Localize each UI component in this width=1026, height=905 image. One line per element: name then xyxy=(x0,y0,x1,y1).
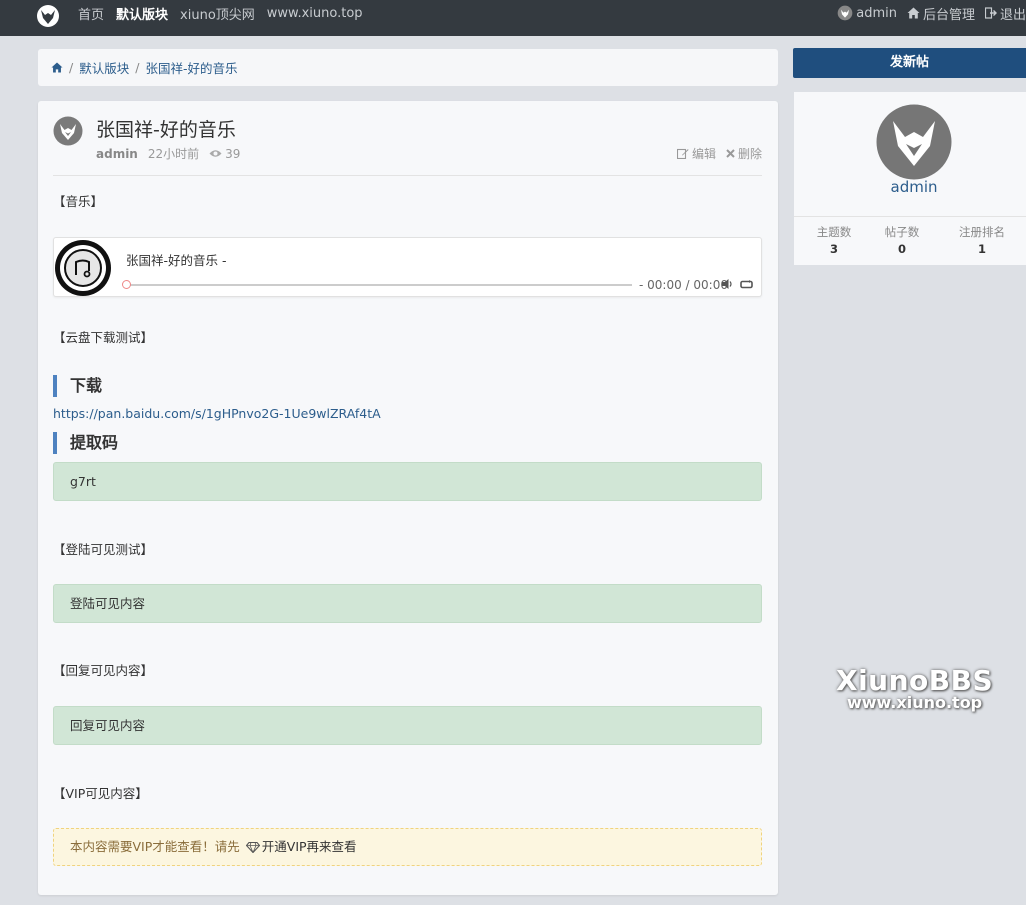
nav-link-home[interactable]: 首页 xyxy=(78,4,104,23)
nav-link-website[interactable]: www.xiuno.top xyxy=(267,6,363,21)
breadcrumb-separator: / xyxy=(135,60,140,75)
user-avatar[interactable] xyxy=(876,104,952,180)
music-tag: 【音乐】 xyxy=(53,194,104,209)
login-visible-tag: 【登陆可见测试】 xyxy=(53,542,154,557)
vip-open-link[interactable]: 开通VIP再来查看 xyxy=(262,829,357,865)
music-player: 张国祥-好的音乐 - - 00:00 / 00:00 xyxy=(53,237,762,297)
home-icon[interactable] xyxy=(51,62,63,73)
author-avatar[interactable] xyxy=(53,116,83,146)
delete-button[interactable]: 删除 xyxy=(726,145,762,162)
nav-admin-link[interactable]: 后台管理 xyxy=(907,4,975,23)
reply-visible-box: 回复可见内容 xyxy=(53,706,762,745)
breadcrumb-thread-link[interactable]: 张国祥-好的音乐 xyxy=(145,58,237,77)
breadcrumb-separator: / xyxy=(69,60,74,75)
nav-link-default-forum[interactable]: 默认版块 xyxy=(116,4,168,23)
nav-admin-label: 后台管理 xyxy=(922,7,975,23)
download-heading: 下载 xyxy=(53,375,102,397)
top-navbar: 首页 默认版块 xiuno顶尖网 www.xiuno.top admin 后台管… xyxy=(0,0,1026,36)
thread-meta: admin 22小时前 39 xyxy=(96,145,240,162)
stat-threads: 主题数 3 xyxy=(804,224,864,256)
thread-time: 22小时前 xyxy=(147,147,200,161)
reply-visible-tag: 【回复可见内容】 xyxy=(53,663,154,678)
edit-label: 编辑 xyxy=(691,147,716,161)
thread-card: 张国祥-好的音乐 admin 22小时前 39 编辑 删除 【音乐】 张国祥-好… xyxy=(38,101,778,895)
nav-username: admin xyxy=(856,5,897,21)
stat-label: 帖子数 xyxy=(884,225,920,239)
eye-icon xyxy=(209,150,222,157)
stat-rank: 注册排名 1 xyxy=(952,224,1012,256)
logout-icon xyxy=(984,7,997,19)
site-logo-icon[interactable] xyxy=(36,4,60,28)
thread-title: 张国祥-好的音乐 xyxy=(96,119,236,141)
edit-button[interactable]: 编辑 xyxy=(676,145,716,162)
watermark-url: www.xiuno.top xyxy=(846,693,983,712)
player-title: 张国祥-好的音乐 - xyxy=(126,253,227,268)
edit-icon xyxy=(676,148,689,159)
delete-label: 删除 xyxy=(737,147,762,161)
cloud-download-tag: 【云盘下载测试】 xyxy=(53,330,154,345)
divider xyxy=(794,216,1026,217)
music-disc-icon[interactable] xyxy=(54,239,112,297)
player-progress-bar[interactable] xyxy=(126,284,632,286)
download-link[interactable]: https://pan.baidu.com/s/1gHPnvo2G-1Ue9wl… xyxy=(53,406,381,421)
player-time: - 00:00 / 00:00 xyxy=(639,278,728,292)
nav-logout-label: 退出 xyxy=(999,7,1026,23)
vip-visible-tag: 【VIP可见内容】 xyxy=(53,786,148,801)
diamond-icon xyxy=(245,841,260,853)
nav-logout-link[interactable]: 退出 xyxy=(984,4,1026,23)
user-card: admin 主题数 3 帖子数 0 注册排名 1 xyxy=(794,92,1026,265)
extract-code-heading: 提取码 xyxy=(53,432,118,454)
vip-notice-text: 本内容需要VIP才能查看！请先 xyxy=(70,839,240,854)
stat-value: 1 xyxy=(977,242,986,256)
divider xyxy=(53,175,762,176)
new-post-button[interactable]: 发新帖 xyxy=(793,48,1026,78)
stat-value: 0 xyxy=(897,242,906,256)
breadcrumb-forum-link[interactable]: 默认版块 xyxy=(79,58,129,77)
extract-code-box: g7rt xyxy=(53,462,762,501)
home-icon xyxy=(907,7,920,19)
vip-notice-box: 本内容需要VIP才能查看！请先 开通VIP再来查看 xyxy=(53,828,762,866)
loop-icon[interactable] xyxy=(740,280,753,289)
nav-link-xiuno[interactable]: xiuno顶尖网 xyxy=(180,4,255,23)
breadcrumb: / 默认版块 / 张国祥-好的音乐 xyxy=(38,49,778,86)
thread-view-count: 39 xyxy=(225,146,241,161)
volume-icon[interactable] xyxy=(722,279,734,289)
login-visible-box: 登陆可见内容 xyxy=(53,584,762,623)
player-progress-handle[interactable] xyxy=(122,280,131,289)
stat-label: 注册排名 xyxy=(959,225,1005,239)
nav-user-link[interactable]: admin xyxy=(837,5,897,21)
stat-value: 3 xyxy=(829,242,838,256)
user-avatar-icon xyxy=(837,5,853,21)
close-icon xyxy=(726,149,735,158)
stat-label: 主题数 xyxy=(816,225,852,239)
stat-posts: 帖子数 0 xyxy=(872,224,932,256)
user-name[interactable]: admin xyxy=(794,178,1026,196)
thread-actions: 编辑 删除 xyxy=(676,145,762,162)
watermark: XiunoBBS www.xiuno.top xyxy=(836,664,993,712)
thread-views: 39 xyxy=(209,147,240,161)
thread-author[interactable]: admin xyxy=(96,147,138,161)
